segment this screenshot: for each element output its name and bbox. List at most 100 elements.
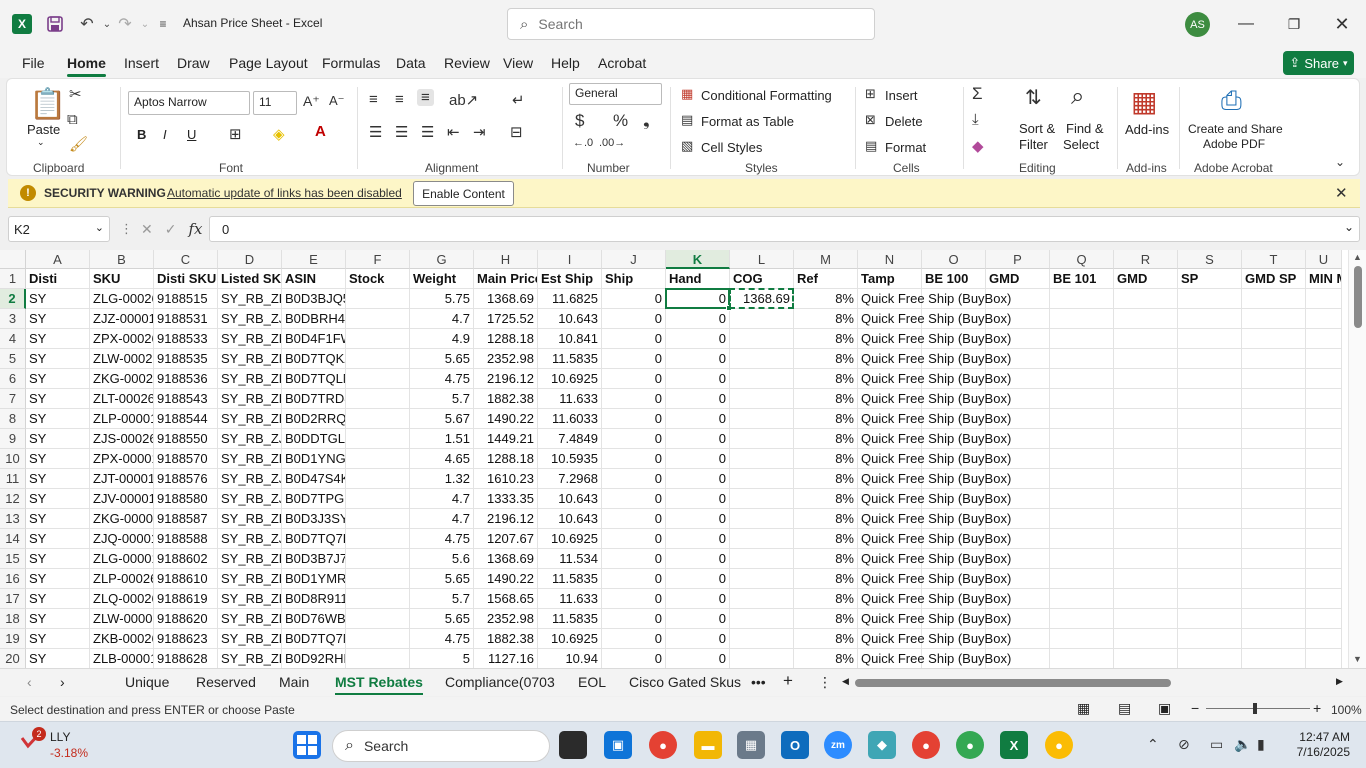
table-cell[interactable]: 5.75: [410, 289, 474, 309]
header-cell[interactable]: Ref: [794, 269, 858, 289]
align-middle-icon[interactable]: ≡: [395, 91, 404, 108]
table-cell[interactable]: Quick Free Ship (BuyBox): [858, 309, 1011, 329]
delete-cells-button[interactable]: Delete: [885, 114, 923, 129]
table-cell[interactable]: 9188580: [154, 489, 218, 509]
table-cell[interactable]: [1050, 369, 1114, 389]
table-cell[interactable]: 0: [602, 289, 666, 309]
table-cell[interactable]: [1178, 349, 1242, 369]
table-cell[interactable]: [1306, 389, 1342, 409]
restore-icon[interactable]: ❐: [1279, 10, 1309, 38]
table-cell[interactable]: [1114, 309, 1178, 329]
table-cell[interactable]: [1050, 469, 1114, 489]
table-cell[interactable]: 9188536: [154, 369, 218, 389]
table-cell[interactable]: 8%: [794, 409, 858, 429]
table-cell[interactable]: ZLP-00001: [90, 409, 154, 429]
table-cell[interactable]: SY: [26, 329, 90, 349]
table-cell[interactable]: 8%: [794, 609, 858, 629]
table-cell[interactable]: [346, 449, 410, 469]
table-cell[interactable]: 5.65: [410, 569, 474, 589]
table-cell[interactable]: B0D76WB5R7: [282, 609, 346, 629]
table-cell[interactable]: Quick Free Ship (BuyBox): [858, 589, 1011, 609]
borders-icon[interactable]: ⊞: [229, 125, 242, 143]
tab-insert[interactable]: Insert: [124, 55, 159, 71]
select-label[interactable]: Select: [1063, 137, 1099, 152]
table-cell[interactable]: SY_RB_ZLG: [218, 549, 282, 569]
table-cell[interactable]: B0D7TQ7R3S: [282, 529, 346, 549]
table-cell[interactable]: [730, 569, 794, 589]
table-cell[interactable]: [1178, 609, 1242, 629]
header-cell[interactable]: Tamp: [858, 269, 922, 289]
table-cell[interactable]: 0: [666, 529, 730, 549]
header-cell[interactable]: Disti: [26, 269, 90, 289]
header-cell[interactable]: MIN M: [1306, 269, 1342, 289]
table-cell[interactable]: 11.633: [538, 589, 602, 609]
table-cell[interactable]: 0: [602, 309, 666, 329]
table-cell[interactable]: ZPX-00001: [90, 449, 154, 469]
table-cell[interactable]: 0: [666, 389, 730, 409]
table-cell[interactable]: [346, 489, 410, 509]
table-cell[interactable]: 8%: [794, 389, 858, 409]
column-header-b[interactable]: B: [90, 250, 154, 269]
table-cell[interactable]: 8%: [794, 349, 858, 369]
table-cell[interactable]: 0: [602, 409, 666, 429]
table-cell[interactable]: [346, 429, 410, 449]
table-cell[interactable]: SY: [26, 449, 90, 469]
cell-styles-button[interactable]: Cell Styles: [701, 140, 762, 155]
header-cell[interactable]: Est Ship: [538, 269, 602, 289]
align-right-icon[interactable]: ☰: [421, 123, 434, 141]
table-cell[interactable]: 0: [602, 469, 666, 489]
vertical-scrollbar[interactable]: ▲ ▼: [1348, 250, 1366, 668]
column-header-t[interactable]: T: [1242, 250, 1306, 269]
tab-page-layout[interactable]: Page Layout: [229, 55, 308, 71]
table-cell[interactable]: 0: [666, 489, 730, 509]
table-cell[interactable]: 11.534: [538, 549, 602, 569]
table-cell[interactable]: [730, 389, 794, 409]
column-header-f[interactable]: F: [346, 250, 410, 269]
row-header[interactable]: 2: [0, 289, 26, 309]
number-format-select[interactable]: General: [569, 83, 662, 105]
table-cell[interactable]: [346, 409, 410, 429]
table-cell[interactable]: 1368.69: [730, 289, 794, 309]
volume-icon[interactable]: 🔈: [1234, 736, 1251, 753]
underline-button[interactable]: U: [187, 127, 196, 142]
column-header-c[interactable]: C: [154, 250, 218, 269]
row-header[interactable]: 8: [0, 409, 26, 429]
table-cell[interactable]: [1050, 609, 1114, 629]
table-cell[interactable]: 8%: [794, 289, 858, 309]
sheet-tab-reserved[interactable]: Reserved: [196, 674, 256, 690]
paste-icon[interactable]: 📋: [29, 87, 66, 122]
header-cell[interactable]: Listed SKU: [218, 269, 282, 289]
app-icon[interactable]: ◆: [868, 731, 896, 759]
column-header-u[interactable]: U: [1306, 250, 1342, 269]
create-share-pdf-label-2[interactable]: Adobe PDF: [1203, 137, 1265, 151]
table-cell[interactable]: 9188619: [154, 589, 218, 609]
font-size-select[interactable]: 11: [253, 91, 297, 115]
table-cell[interactable]: Quick Free Ship (BuyBox): [858, 549, 1011, 569]
table-cell[interactable]: 5.65: [410, 609, 474, 629]
table-cell[interactable]: 0: [666, 409, 730, 429]
normal-view-icon[interactable]: ▦: [1077, 700, 1090, 717]
table-cell[interactable]: [1050, 649, 1114, 668]
table-cell[interactable]: 10.643: [538, 309, 602, 329]
header-cell[interactable]: GMD: [986, 269, 1050, 289]
scroll-left-icon[interactable]: ◀: [842, 676, 849, 687]
table-cell[interactable]: 1568.65: [474, 589, 538, 609]
table-cell[interactable]: 4.7: [410, 309, 474, 329]
table-cell[interactable]: [730, 429, 794, 449]
table-cell[interactable]: 0: [602, 589, 666, 609]
table-cell[interactable]: 11.6033: [538, 409, 602, 429]
table-cell[interactable]: [1178, 469, 1242, 489]
create-share-pdf-label-1[interactable]: Create and Share: [1188, 122, 1283, 136]
table-cell[interactable]: 9188587: [154, 509, 218, 529]
search-input[interactable]: [538, 16, 839, 32]
table-cell[interactable]: [346, 549, 410, 569]
increase-font-icon[interactable]: A⁺: [303, 93, 320, 110]
table-cell[interactable]: 9188628: [154, 649, 218, 668]
table-cell[interactable]: SY: [26, 649, 90, 668]
format-as-table-button[interactable]: Format as Table: [701, 114, 794, 129]
table-cell[interactable]: B0D92RHDKK: [282, 649, 346, 668]
table-cell[interactable]: 2196.12: [474, 369, 538, 389]
decrease-font-icon[interactable]: A⁻: [329, 93, 345, 109]
table-cell[interactable]: [1178, 309, 1242, 329]
table-cell[interactable]: 8%: [794, 649, 858, 668]
